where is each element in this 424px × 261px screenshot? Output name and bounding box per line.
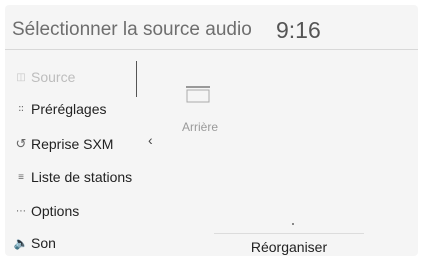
menu-item-label: Source — [31, 69, 76, 85]
chevron-left-icon[interactable]: ‹ — [148, 132, 153, 148]
menu-item-label: Liste de stations — [31, 169, 133, 185]
menu-item-source[interactable]: ◫ Source — [5, 67, 135, 87]
audio-source-screen: Sélectionner la source audio 9:16 ◫ Sour… — [5, 5, 418, 256]
menu-item-label: Options — [31, 203, 80, 219]
rear-label: Arrière — [182, 120, 219, 134]
rear-icon[interactable] — [185, 85, 211, 103]
source-icon: ◫ — [16, 71, 26, 83]
replay-icon: ↺ — [15, 136, 27, 151]
reorder-button[interactable]: Réorganiser — [214, 233, 364, 260]
presets-icon: ∶∶ — [18, 103, 24, 115]
selection-indicator — [136, 61, 137, 97]
clock: 9:16 — [276, 17, 321, 43]
options-icon: ⋯ — [16, 205, 26, 217]
header-divider — [5, 49, 418, 50]
menu-item-station-list[interactable]: ≡ Liste de stations — [5, 167, 135, 187]
scroll-indicator — [292, 223, 294, 225]
menu-item-presets[interactable]: ∶∶ Préréglages — [5, 99, 135, 119]
menu-item-label: Préréglages — [31, 101, 107, 117]
menu-item-sound[interactable]: 🔈 Son — [5, 233, 135, 253]
menu-item-sxm-replay[interactable]: ↺ Reprise SXM — [5, 134, 135, 154]
page-title: Sélectionner la source audio — [12, 19, 252, 40]
menu-item-label: Reprise SXM — [31, 136, 114, 152]
station-list-icon: ≡ — [18, 171, 24, 183]
menu-item-options[interactable]: ⋯ Options — [5, 201, 135, 221]
menu-item-label: Son — [31, 235, 56, 251]
speaker-icon: 🔈 — [13, 236, 29, 250]
